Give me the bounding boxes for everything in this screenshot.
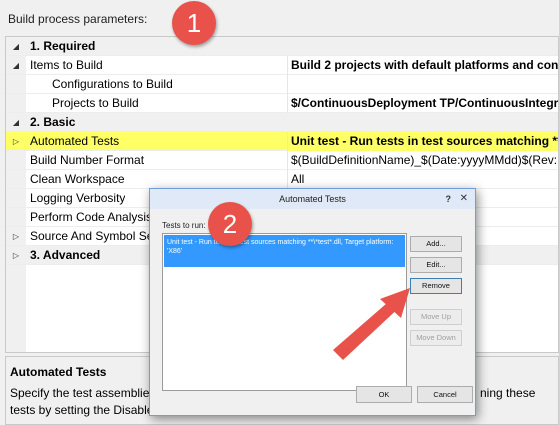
- description-text-right: ning these: [480, 386, 536, 400]
- build-process-parameters-label: Build process parameters:: [8, 12, 148, 26]
- row-name: Source And Symbol Se: [30, 229, 154, 243]
- expand-icon[interactable]: ▷: [9, 132, 23, 151]
- row-name: Configurations to Build: [52, 77, 173, 91]
- move-down-button[interactable]: Move Down: [410, 330, 462, 346]
- row-name: Items to Build: [30, 58, 103, 72]
- ok-button[interactable]: OK: [356, 386, 412, 403]
- row-value[interactable]: [287, 75, 558, 94]
- description-text-left: Specify the test assemblies: [10, 386, 156, 400]
- collapse-icon[interactable]: ◢: [9, 56, 23, 75]
- help-icon[interactable]: ?: [446, 189, 452, 209]
- row-value[interactable]: All: [287, 170, 558, 189]
- cancel-button[interactable]: Cancel: [417, 386, 473, 403]
- row-value[interactable]: $/ContinuousDeployment TP/ContinuousInte…: [287, 94, 558, 113]
- row-name: 1. Required: [30, 39, 96, 53]
- remove-button[interactable]: Remove: [410, 278, 462, 294]
- expand-icon[interactable]: ▷: [9, 227, 23, 246]
- collapse-icon[interactable]: ◢: [9, 37, 23, 56]
- list-item[interactable]: Unit test - Run tests in test sources ma…: [164, 235, 405, 267]
- step-badge-1: 1: [172, 1, 216, 45]
- automated-tests-dialog[interactable]: Automated Tests ? ✕ Tests to run: Unit t…: [149, 188, 476, 416]
- tests-list[interactable]: Unit test - Run tests in test sources ma…: [162, 233, 407, 391]
- step-badge-2: 2: [208, 202, 252, 246]
- row-name: Projects to Build: [52, 96, 139, 110]
- close-icon[interactable]: ✕: [460, 189, 468, 209]
- grid-row-items-to-build[interactable]: ◢ Items to Build Build 2 projects with d…: [6, 56, 558, 75]
- row-name: 3. Advanced: [30, 248, 101, 262]
- move-up-button[interactable]: Move Up: [410, 309, 462, 325]
- description-title: Automated Tests: [10, 365, 107, 379]
- grid-row-build-number-format[interactable]: Build Number Format $(BuildDefinitionNam…: [6, 151, 558, 170]
- row-name: Clean Workspace: [30, 172, 125, 186]
- row-name: Automated Tests: [30, 134, 120, 148]
- grid-row-configurations-to-build[interactable]: Configurations to Build: [6, 75, 558, 94]
- collapse-icon[interactable]: ◢: [9, 113, 23, 132]
- row-name: Perform Code Analysis: [30, 210, 153, 224]
- edit-button[interactable]: Edit...: [410, 257, 462, 273]
- add-button[interactable]: Add...: [410, 236, 462, 252]
- grid-row-basic[interactable]: ◢ 2. Basic: [6, 113, 558, 132]
- grid-row-required[interactable]: ◢ 1. Required: [6, 37, 558, 56]
- description-text-left2: tests by setting the Disable: [10, 403, 154, 417]
- grid-row-automated-tests[interactable]: ▷ Automated Tests Unit test - Run tests …: [6, 132, 558, 151]
- tests-to-run-label: Tests to run:: [162, 221, 206, 230]
- expand-icon[interactable]: ▷: [9, 246, 23, 265]
- row-value[interactable]: Unit test - Run tests in test sources ma…: [287, 132, 558, 151]
- row-value[interactable]: $(BuildDefinitionName)_$(Date:yyyyMMdd)$…: [287, 151, 558, 170]
- row-name: Build Number Format: [30, 153, 145, 167]
- dialog-title: Automated Tests: [279, 194, 346, 204]
- grid-row-clean-workspace[interactable]: Clean Workspace All: [6, 170, 558, 189]
- row-value[interactable]: Build 2 projects with default platforms …: [287, 56, 558, 75]
- row-name: 2. Basic: [30, 115, 76, 129]
- dialog-titlebar[interactable]: Automated Tests ? ✕: [150, 189, 475, 209]
- row-name: Logging Verbosity: [30, 191, 126, 205]
- grid-row-projects-to-build[interactable]: Projects to Build $/ContinuousDeployment…: [6, 94, 558, 113]
